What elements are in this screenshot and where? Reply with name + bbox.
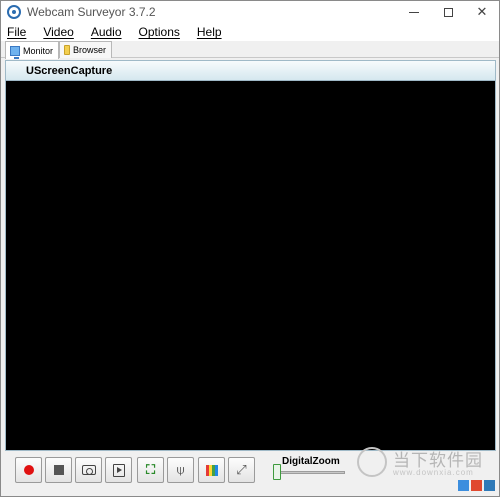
expand-icon: ⤢ xyxy=(236,462,247,477)
maximize-button[interactable] xyxy=(431,1,465,23)
watermark-logos xyxy=(456,480,495,491)
fullscreen-button[interactable]: ⤢ xyxy=(228,457,255,483)
stop-button[interactable] xyxy=(45,457,72,483)
window-controls: ✕ xyxy=(397,1,499,23)
app-window: Webcam Surveyor 3.7.2 ✕ File Video Audio… xyxy=(0,0,500,497)
tab-browser[interactable]: Browser xyxy=(59,41,112,58)
antenna-icon: ⍦ xyxy=(176,462,185,477)
record-icon xyxy=(23,465,34,475)
tab-browser-label: Browser xyxy=(72,45,106,55)
film-play-icon xyxy=(112,463,125,477)
camera-icon xyxy=(81,465,96,475)
capture-source-header: UScreenCapture xyxy=(6,61,495,81)
motion-icon: ⛶ xyxy=(145,462,156,477)
record-button[interactable] xyxy=(15,457,42,483)
stop-icon xyxy=(53,465,64,475)
capture-source-label: UScreenCapture xyxy=(26,64,113,77)
close-button[interactable]: ✕ xyxy=(465,1,499,23)
title-bar: Webcam Surveyor 3.7.2 ✕ xyxy=(1,1,499,23)
capture-panel: UScreenCapture xyxy=(5,60,496,451)
menu-options[interactable]: Options xyxy=(139,25,180,39)
digital-zoom-label: DigitalZoom xyxy=(282,456,340,467)
watermark-subtitle: www.downxia.com xyxy=(393,468,474,477)
blue-logo-icon-2 xyxy=(484,480,495,491)
blue-logo-icon xyxy=(458,480,469,491)
red-logo-icon xyxy=(471,480,482,491)
maximize-icon xyxy=(443,7,453,17)
close-icon: ✕ xyxy=(476,4,488,19)
broadcast-button[interactable]: ⍦ xyxy=(167,457,194,483)
menu-audio[interactable]: Audio xyxy=(91,25,122,39)
video-preview[interactable] xyxy=(6,81,495,450)
video-button[interactable] xyxy=(105,457,132,483)
menu-video[interactable]: Video xyxy=(43,25,73,39)
color-settings-button[interactable] xyxy=(198,457,225,483)
minimize-icon xyxy=(409,11,419,13)
menu-help[interactable]: Help xyxy=(197,25,222,39)
color-bars-icon xyxy=(205,464,218,476)
tab-monitor-label: Monitor xyxy=(22,45,53,56)
folder-icon xyxy=(64,45,70,55)
window-title: Webcam Surveyor 3.7.2 xyxy=(27,5,156,19)
digital-zoom-slider-thumb[interactable] xyxy=(273,464,281,480)
digital-zoom-track[interactable] xyxy=(279,471,345,474)
menu-file[interactable]: File xyxy=(7,25,26,39)
site-watermark: 当下软件园 www.downxia.com xyxy=(353,443,499,495)
webcam-app-icon xyxy=(7,5,21,19)
watermark-logo-icon xyxy=(357,447,387,477)
monitor-icon xyxy=(10,45,20,59)
menu-bar: File Video Audio Options Help xyxy=(1,23,499,41)
tab-bar: Monitor Browser xyxy=(1,41,499,59)
tab-monitor[interactable]: Monitor xyxy=(5,41,59,59)
minimize-button[interactable] xyxy=(397,1,431,23)
motion-detection-button[interactable]: ⛶ xyxy=(137,457,164,483)
snapshot-button[interactable] xyxy=(75,457,102,483)
